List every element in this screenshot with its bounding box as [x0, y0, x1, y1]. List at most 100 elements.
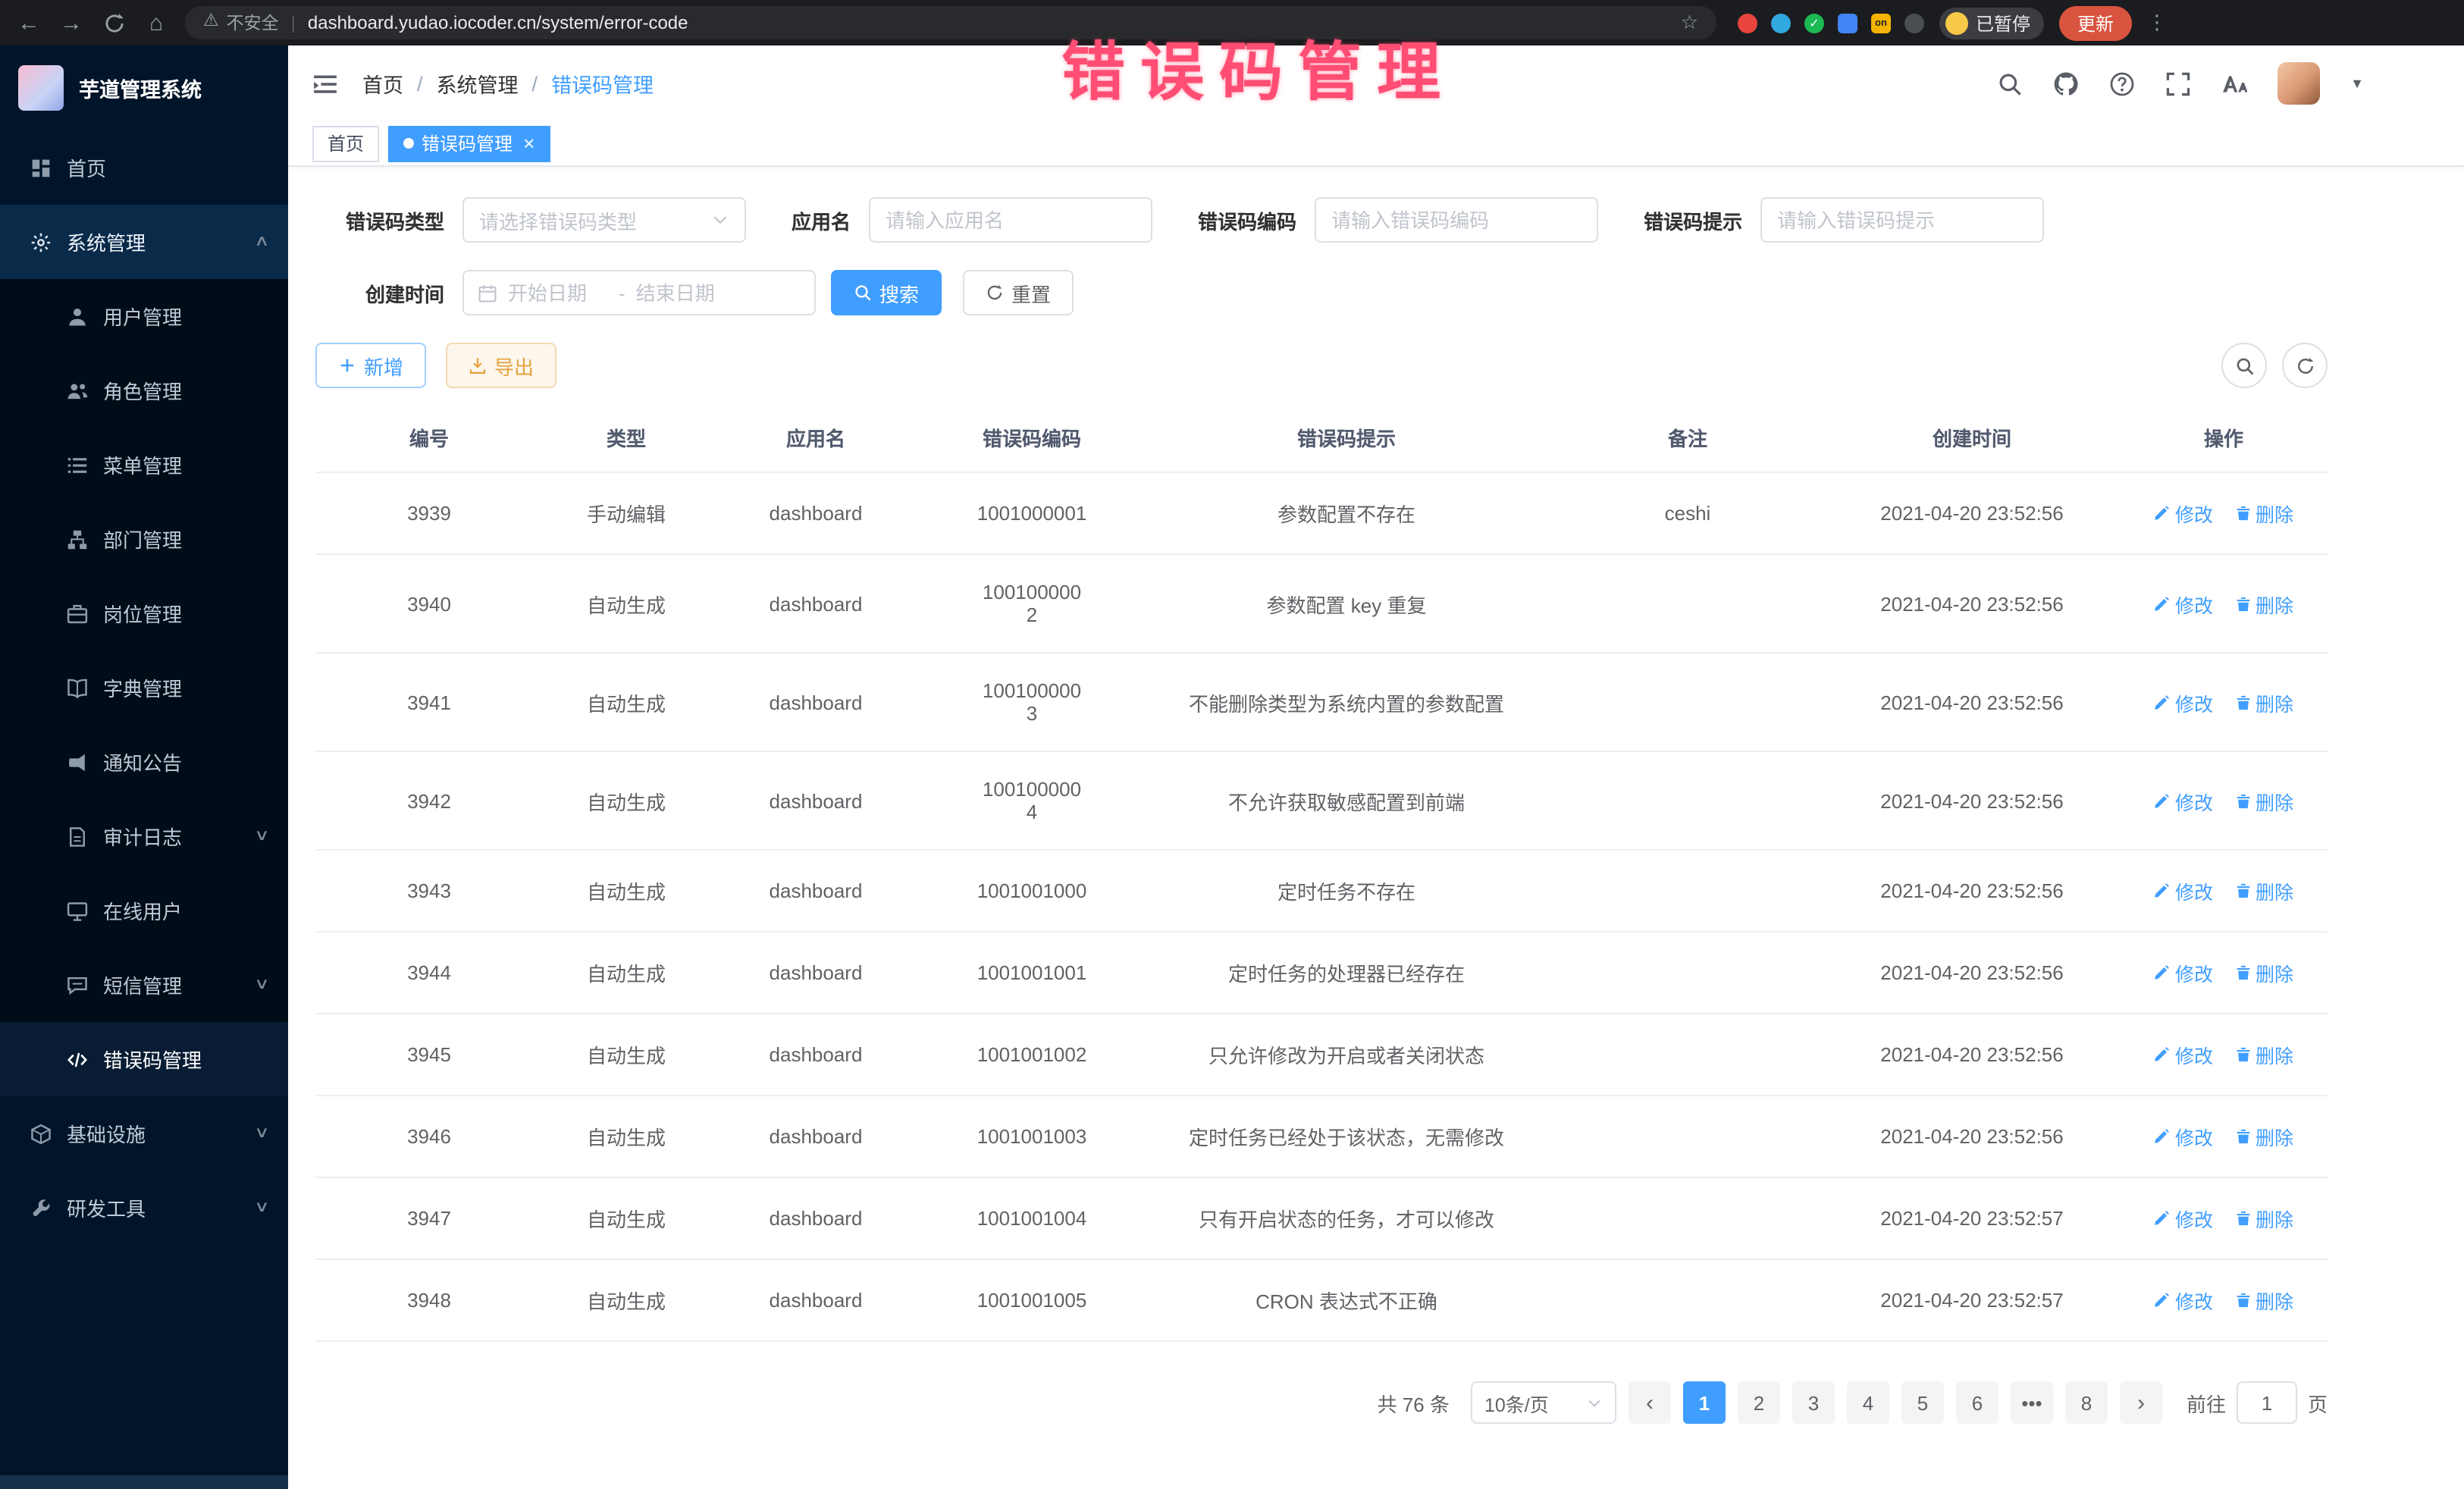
record-extension-icon[interactable] [1738, 13, 1757, 33]
search-icon[interactable] [1997, 71, 2023, 96]
more-pages-button[interactable]: ••• [2011, 1381, 2053, 1424]
close-icon[interactable]: × [523, 132, 534, 155]
edit-link[interactable]: 修改 [2154, 589, 2213, 618]
select-placeholder: 请选择错误码类型 [479, 205, 637, 234]
page-button-5[interactable]: 5 [1901, 1381, 1944, 1424]
page-size-select[interactable]: 10条/页 [1471, 1381, 1616, 1424]
edit-link[interactable]: 修改 [2154, 1204, 2213, 1233]
profile-chip[interactable]: 已暂停 [1939, 7, 2044, 39]
delete-link[interactable]: 删除 [2234, 1204, 2293, 1233]
sidebar-item-menu[interactable]: 菜单管理 [0, 428, 288, 502]
sidebar-item-infra[interactable]: 基础设施∨ [0, 1096, 288, 1171]
delete-link[interactable]: 删除 [2234, 786, 2293, 815]
page-button-3[interactable]: 3 [1792, 1381, 1835, 1424]
megaphone-icon [67, 751, 88, 773]
breadcrumb-item[interactable]: 首页 [362, 68, 403, 99]
app-name-input[interactable] [869, 197, 1152, 243]
sidebar-collapse-bar[interactable] [0, 1475, 288, 1489]
next-page-button[interactable]: › [2120, 1381, 2162, 1424]
forward-icon[interactable]: → [58, 10, 85, 36]
toggle-search-button[interactable] [2221, 343, 2267, 388]
bookmark-star-icon[interactable]: ☆ [1681, 11, 1698, 35]
sidebar-item-post[interactable]: 岗位管理 [0, 576, 288, 650]
delete-link[interactable]: 删除 [2234, 958, 2293, 987]
user-avatar[interactable] [2277, 62, 2320, 105]
goto-page-input[interactable] [2237, 1381, 2297, 1424]
sidebar-item-notice[interactable]: 通知公告 [0, 725, 288, 799]
fullscreen-icon[interactable] [2165, 71, 2191, 96]
app-logo[interactable]: 芋道管理系统 [0, 45, 288, 130]
search-icon [854, 284, 872, 302]
sidebar-item-dev-tools[interactable]: 研发工具∨ [0, 1171, 288, 1245]
sidebar-item-audit-log[interactable]: 审计日志∨ [0, 799, 288, 873]
delete-link[interactable]: 删除 [2234, 876, 2293, 905]
end-date-input[interactable] [636, 281, 736, 304]
edit-link[interactable]: 修改 [2154, 786, 2213, 815]
font-size-icon[interactable] [2221, 71, 2247, 96]
sidebar-item-home[interactable]: 首页 [0, 130, 288, 205]
sidebar-item-system[interactable]: 系统管理∧ [0, 205, 288, 279]
error-code-table: 编号类型应用名错误码编码错误码提示备注创建时间操作 3939手动编辑dashbo… [315, 403, 2328, 1342]
table-row: 3943自动生成dashboard1001001000定时任务不存在2021-0… [315, 850, 2328, 932]
edit-link[interactable]: 修改 [2154, 1122, 2213, 1151]
home-nav-icon[interactable]: ⌂ [143, 10, 170, 36]
error-type-select[interactable]: 请选择错误码类型 [462, 197, 746, 243]
edit-link-label: 修改 [2175, 786, 2213, 815]
error-hint-input[interactable] [1760, 197, 2044, 243]
edit-link[interactable]: 修改 [2154, 499, 2213, 528]
page-button-2[interactable]: 2 [1738, 1381, 1780, 1424]
github-icon[interactable] [2053, 71, 2079, 96]
back-icon[interactable]: ← [15, 10, 42, 36]
edit-link[interactable]: 修改 [2154, 1286, 2213, 1315]
edit-link[interactable]: 修改 [2154, 688, 2213, 716]
prev-page-button[interactable]: ‹ [1629, 1381, 1671, 1424]
drop-extension-icon[interactable] [1771, 13, 1791, 33]
page-button-6[interactable]: 6 [1956, 1381, 1998, 1424]
refresh-table-button[interactable] [2282, 343, 2328, 388]
dark-extension-icon[interactable] [1904, 13, 1924, 33]
address-bar[interactable]: ⚠ 不安全 | dashboard.yudao.iocoder.cn/syste… [185, 6, 1716, 39]
update-button[interactable]: 更新 [2059, 5, 2132, 40]
edit-link[interactable]: 修改 [2154, 958, 2213, 987]
sidebar-item-sms[interactable]: 短信管理∨ [0, 948, 288, 1022]
delete-link[interactable]: 删除 [2234, 1286, 2293, 1315]
export-button[interactable]: 导出 [446, 343, 556, 388]
page-button-4[interactable]: 4 [1847, 1381, 1889, 1424]
page-button-1[interactable]: 1 [1683, 1381, 1726, 1424]
security-warning[interactable]: ⚠ 不安全 [203, 11, 279, 35]
error-code-input[interactable] [1315, 197, 1598, 243]
breadcrumb-item[interactable]: 错误码管理 [551, 68, 654, 99]
menu-fold-icon[interactable] [312, 71, 338, 96]
tab-label: 首页 [328, 130, 364, 156]
chart-extension-icon[interactable] [1838, 13, 1857, 33]
date-range-picker[interactable]: - [462, 270, 816, 315]
delete-link[interactable]: 删除 [2234, 688, 2293, 716]
delete-link[interactable]: 删除 [2234, 1122, 2293, 1151]
check-extension-icon[interactable]: ✓ [1804, 13, 1824, 33]
page-button-8[interactable]: 8 [2065, 1381, 2108, 1424]
breadcrumb-item[interactable]: 系统管理 [437, 68, 519, 99]
start-date-input[interactable] [508, 281, 608, 304]
on-extension-icon[interactable]: on [1871, 13, 1891, 33]
sidebar-item-dept[interactable]: 部门管理 [0, 502, 288, 576]
edit-icon [2154, 694, 2171, 710]
question-icon[interactable] [2109, 71, 2135, 96]
browser-menu-icon[interactable]: ⋮ [2147, 11, 2167, 35]
chevron-down-icon[interactable]: ▼ [2350, 76, 2364, 91]
sidebar-item-user[interactable]: 用户管理 [0, 279, 288, 353]
tab-home[interactable]: 首页 [312, 125, 379, 161]
delete-link[interactable]: 删除 [2234, 499, 2293, 528]
sidebar-item-online-user[interactable]: 在线用户 [0, 873, 288, 948]
sidebar-item-dict[interactable]: 字典管理 [0, 650, 288, 725]
add-button[interactable]: 新增 [315, 343, 426, 388]
tab-error-code[interactable]: 错误码管理× [388, 125, 550, 161]
edit-link[interactable]: 修改 [2154, 1040, 2213, 1069]
sidebar-item-error-code[interactable]: 错误码管理 [0, 1022, 288, 1096]
delete-link[interactable]: 删除 [2234, 1040, 2293, 1069]
edit-link[interactable]: 修改 [2154, 876, 2213, 905]
reset-button[interactable]: 重置 [963, 270, 1074, 315]
sidebar-item-role[interactable]: 角色管理 [0, 353, 288, 428]
delete-link[interactable]: 删除 [2234, 589, 2293, 618]
reload-icon[interactable] [100, 11, 127, 34]
search-button[interactable]: 搜索 [831, 270, 942, 315]
